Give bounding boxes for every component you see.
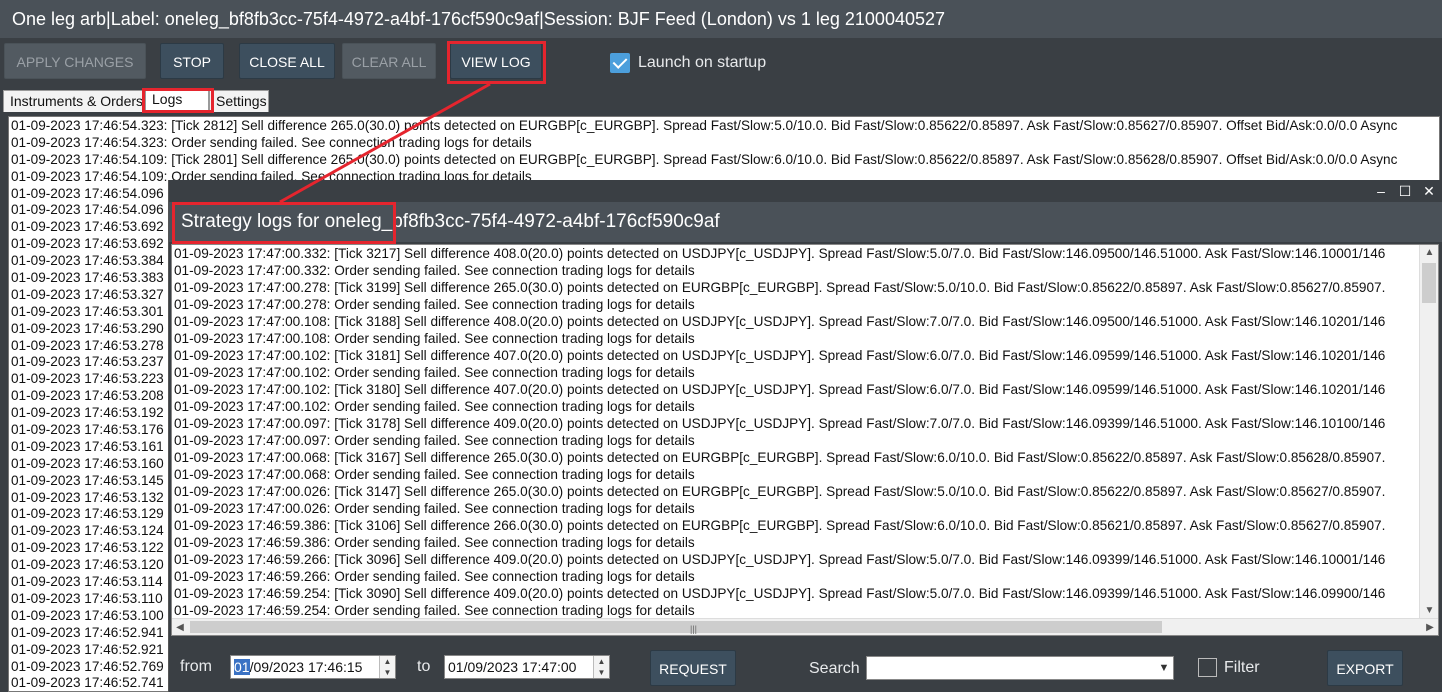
minimize-icon[interactable]: – (1371, 182, 1391, 200)
tab-logs[interactable]: Logs (145, 88, 209, 112)
chevron-down-icon[interactable]: ▼ (1155, 657, 1173, 679)
spin-up-icon[interactable]: ▲ (594, 656, 609, 667)
vertical-scroll-thumb[interactable] (1422, 263, 1436, 303)
log-line: 01-09-2023 17:47:00.102: [Tick 3180] Sel… (174, 382, 1386, 397)
popup-log-panel[interactable]: 01-09-2023 17:47:00.332: [Tick 3217] Sel… (171, 244, 1439, 636)
scroll-left-icon[interactable]: ◀ (172, 619, 188, 635)
filter-checkbox[interactable] (1198, 658, 1217, 677)
launch-on-startup-label: Launch on startup (638, 54, 767, 71)
log-line: 01-09-2023 17:46:59.254: Order sending f… (174, 603, 695, 618)
scroll-down-icon[interactable]: ▼ (1420, 603, 1438, 619)
to-spinner[interactable]: ▲ ▼ (593, 656, 609, 678)
log-line: 01-09-2023 17:47:00.097: [Tick 3178] Sel… (174, 416, 1386, 431)
strategy-logs-window: – ☐ ✕ Strategy logs for oneleg_bf8fb3cc-… (168, 180, 1442, 692)
from-datetime-rest: /09/2023 17:46:15 (249, 659, 363, 675)
log-line: 01-09-2023 17:46:59.254: [Tick 3090] Sel… (174, 586, 1386, 601)
popup-title: Strategy logs for oneleg_bf8fb3cc-75f4-4… (169, 202, 1442, 242)
window-title: One leg arb|Label: oneleg_bf8fb3cc-75f4-… (0, 0, 1442, 38)
spin-up-icon[interactable]: ▲ (380, 656, 395, 667)
from-day-selected: 01 (234, 659, 250, 675)
log-line: 01-09-2023 17:47:00.102: Order sending f… (174, 399, 695, 414)
horizontal-scrollbar[interactable]: ◀ ||| ▶ (172, 618, 1438, 635)
from-label: from (180, 658, 212, 675)
log-line: 01-09-2023 17:46:59.386: [Tick 3106] Sel… (174, 518, 1386, 533)
filter-label: Filter (1224, 659, 1260, 676)
clear-all-button[interactable]: CLEAR ALL (342, 43, 436, 79)
tab-bar: Instruments & Orders Logs Settings (0, 88, 1442, 112)
spin-down-icon[interactable]: ▼ (594, 667, 609, 678)
log-line: 01-09-2023 17:47:00.108: Order sending f… (174, 331, 695, 346)
log-line: 01-09-2023 17:47:00.026: Order sending f… (174, 501, 695, 516)
stop-button[interactable]: STOP (160, 43, 224, 79)
apply-changes-button[interactable]: APPLY CHANGES (4, 43, 146, 79)
close-icon[interactable]: ✕ (1419, 182, 1439, 200)
export-button[interactable]: EXPORT (1327, 650, 1403, 686)
from-datetime-field[interactable]: 01/09/2023 17:46:15 ▲ ▼ (230, 655, 396, 679)
log-line: 01-09-2023 17:47:00.332: Order sending f… (174, 263, 695, 278)
vertical-scrollbar[interactable]: ▲ ▼ (1419, 245, 1438, 619)
tab-settings[interactable]: Settings (209, 90, 269, 112)
search-combobox[interactable]: ▼ (866, 656, 1174, 680)
log-line: 01-09-2023 17:47:00.026: [Tick 3147] Sel… (174, 484, 1386, 499)
grip-icon: ||| (690, 624, 698, 634)
log-line: 01-09-2023 17:47:00.068: [Tick 3167] Sel… (174, 450, 1386, 465)
launch-on-startup-toggle[interactable]: Launch on startup (610, 52, 766, 74)
search-label: Search (809, 660, 860, 677)
log-line: 01-09-2023 17:47:00.108: [Tick 3188] Sel… (174, 314, 1386, 329)
log-line: 01-09-2023 17:46:54.323: [Tick 2812] Sel… (11, 118, 1398, 133)
log-line: 01-09-2023 17:47:00.278: Order sending f… (174, 297, 695, 312)
log-line: 01-09-2023 17:46:54.109: [Tick 2801] Sel… (11, 151, 1398, 167)
log-line: 01-09-2023 17:46:59.266: [Tick 3096] Sel… (174, 552, 1386, 567)
log-line: 01-09-2023 17:46:59.266: Order sending f… (174, 569, 695, 584)
popup-log-lines: 01-09-2023 17:47:00.332: [Tick 3217] Sel… (172, 245, 1419, 619)
checkbox-checked-icon[interactable] (610, 53, 630, 73)
spin-down-icon[interactable]: ▼ (380, 667, 395, 678)
from-spinner[interactable]: ▲ ▼ (379, 656, 395, 678)
to-label: to (417, 658, 431, 675)
to-datetime-value: 01/09/2023 17:47:00 (448, 659, 577, 675)
log-line: 01-09-2023 17:46:59.386: Order sending f… (174, 535, 695, 550)
tab-instruments-orders[interactable]: Instruments & Orders (3, 90, 145, 112)
view-log-button[interactable]: VIEW LOG (450, 43, 542, 79)
log-line: 01-09-2023 17:47:00.097: Order sending f… (174, 433, 695, 448)
log-line: 01-09-2023 17:46:54.323: Order sending f… (11, 134, 532, 150)
log-line: 01-09-2023 17:47:00.278: [Tick 3199] Sel… (174, 280, 1386, 295)
popup-window-controls: – ☐ ✕ (169, 180, 1442, 202)
maximize-icon[interactable]: ☐ (1395, 182, 1415, 200)
horizontal-scroll-thumb[interactable]: ||| (190, 621, 1162, 634)
close-all-button[interactable]: CLOSE ALL (239, 43, 335, 79)
log-line: 01-09-2023 17:47:00.332: [Tick 3217] Sel… (174, 246, 1386, 261)
log-line: 01-09-2023 17:47:00.102: Order sending f… (174, 365, 695, 380)
to-datetime-field[interactable]: 01/09/2023 17:47:00 ▲ ▼ (444, 655, 610, 679)
scroll-right-icon[interactable]: ▶ (1422, 619, 1438, 635)
request-button[interactable]: REQUEST (650, 650, 736, 686)
scroll-up-icon[interactable]: ▲ (1420, 245, 1438, 261)
log-line: 01-09-2023 17:47:00.102: [Tick 3181] Sel… (174, 348, 1386, 363)
log-line: 01-09-2023 17:47:00.068: Order sending f… (174, 467, 695, 482)
